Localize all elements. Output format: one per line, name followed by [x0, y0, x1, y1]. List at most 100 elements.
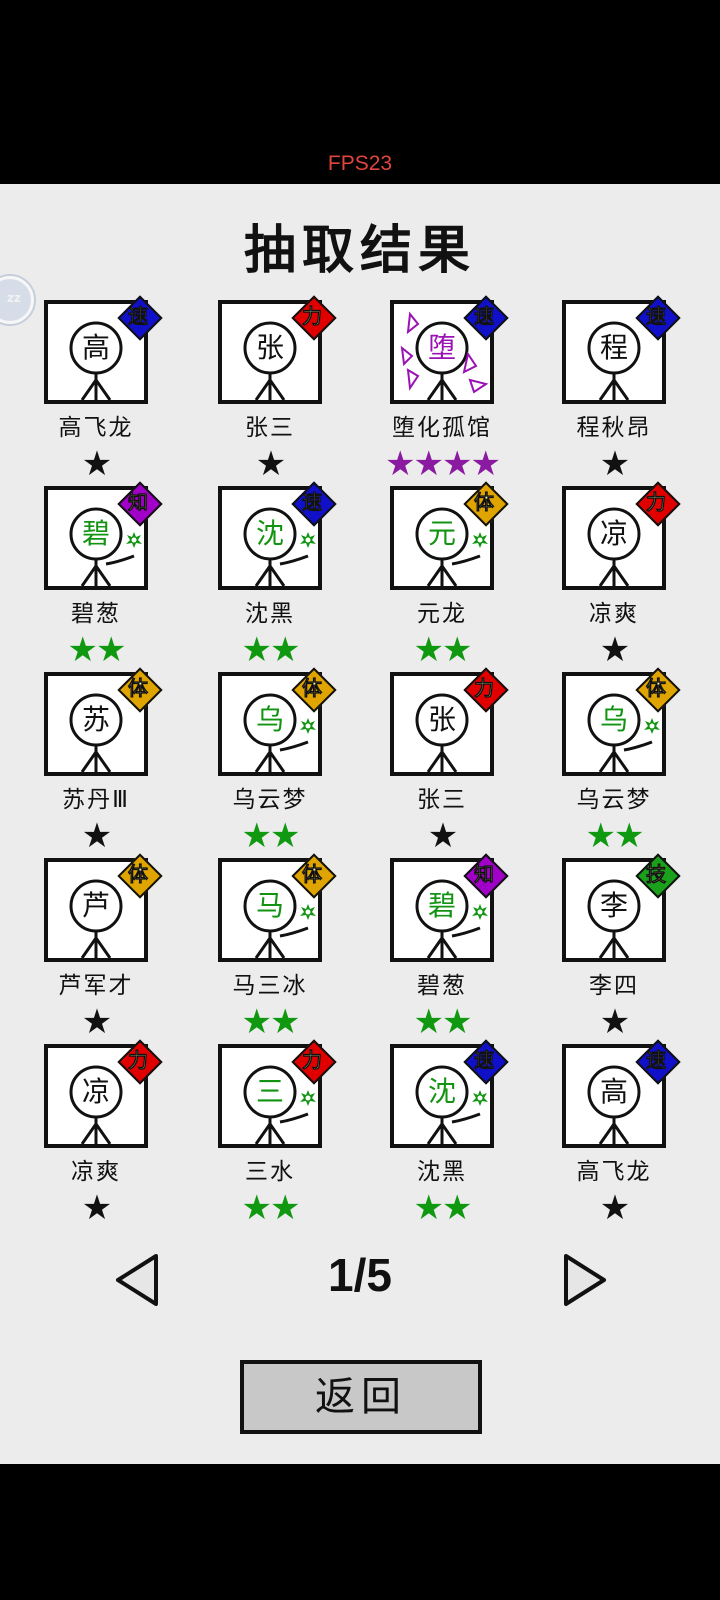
character-name: 苏丹Ⅲ: [62, 787, 130, 813]
result-card[interactable]: 乌体乌云梦 ★★: [218, 667, 368, 872]
attribute-badge-label: 体: [646, 676, 667, 701]
result-card[interactable]: 乌体乌云梦 ★★: [562, 667, 712, 872]
prev-page-icon[interactable]: [112, 1252, 162, 1308]
character-head-label: 堕: [427, 331, 456, 364]
character-name: 高飞龙: [576, 1159, 652, 1185]
attribute-badge: 体: [117, 853, 163, 899]
character-name: 元龙: [417, 601, 467, 627]
result-card[interactable]: 堕速堕化孤馆 ★★★★: [385, 295, 540, 500]
character-name: 碧葱: [417, 973, 467, 999]
result-card[interactable]: 三力三水 ★★: [218, 1039, 368, 1244]
result-card[interactable]: 高速高飞龙 ★: [44, 295, 194, 500]
result-card[interactable]: 芦体芦军才 ★: [44, 853, 194, 1058]
attribute-badge-label: 力: [646, 490, 667, 515]
attribute-badge-label: 速: [646, 304, 667, 329]
result-card[interactable]: 苏体苏丹Ⅲ ★: [44, 667, 194, 872]
character-head-label: 芦: [81, 889, 110, 922]
result-card[interactable]: 凉力凉爽 ★: [44, 1039, 194, 1244]
result-card[interactable]: 元体元龙 ★★: [390, 481, 540, 686]
character-name: 乌云梦: [232, 787, 308, 813]
result-card[interactable]: 张力张三 ★: [218, 295, 368, 500]
character-head-label: 苏: [81, 703, 110, 736]
star-rating: ★★: [585, 816, 645, 856]
character-head-label: 马: [255, 889, 284, 922]
attribute-badge-label: 力: [128, 1048, 149, 1073]
result-card[interactable]: 凉力凉爽 ★: [562, 481, 712, 686]
character-head-label: 碧: [427, 889, 456, 922]
character-head-label: 沈: [255, 517, 284, 550]
character-head-label: 乌: [255, 703, 284, 736]
result-card[interactable]: 李技李四 ★: [562, 853, 712, 1058]
result-card[interactable]: 程速程秋昂 ★: [562, 295, 712, 500]
result-card[interactable]: 马体马三冰 ★★: [218, 853, 368, 1058]
character-head-label: 三: [255, 1075, 284, 1108]
attribute-badge: 体: [463, 481, 509, 527]
page-indicator: 1/5: [328, 1249, 392, 1301]
attribute-badge: 体: [291, 667, 337, 713]
character-head-label: 沈: [427, 1075, 456, 1108]
result-card[interactable]: 沈速沈黑 ★★: [218, 481, 368, 686]
star-rating: ★: [599, 1188, 630, 1228]
star-rating: ★★: [241, 816, 301, 856]
character-name: 碧葱: [71, 601, 121, 627]
result-card[interactable]: 碧知碧葱 ★★: [390, 853, 540, 1058]
attribute-badge-label: 速: [646, 1048, 667, 1073]
bottom-black-bar: [0, 1464, 720, 1600]
next-page-icon[interactable]: [560, 1252, 610, 1308]
star-rating: ★: [81, 1002, 112, 1042]
character-name: 马三冰: [232, 973, 308, 999]
attribute-badge-label: 力: [302, 304, 323, 329]
result-card[interactable]: 碧知碧葱 ★★: [44, 481, 194, 686]
result-card[interactable]: 沈速沈黑 ★★: [390, 1039, 540, 1244]
attribute-badge-label: 知: [474, 862, 495, 887]
attribute-badge-label: 速: [302, 490, 323, 515]
star-rating: ★★★★: [385, 444, 501, 484]
character-name: 高飞龙: [58, 415, 134, 441]
attribute-badge: 速: [635, 295, 681, 341]
fps-counter: FPS23: [327, 152, 393, 175]
attribute-badge-label: 速: [474, 1048, 495, 1073]
attribute-badge-label: 力: [302, 1048, 323, 1073]
character-name: 沈黑: [245, 601, 295, 627]
attribute-badge: 力: [463, 667, 509, 713]
attribute-badge-label: 体: [302, 676, 323, 701]
character-head-label: 碧: [81, 517, 110, 550]
character-name: 张三: [417, 787, 467, 813]
attribute-badge-label: 技: [646, 862, 667, 887]
attribute-badge-label: 知: [128, 490, 149, 515]
attribute-badge: 速: [291, 481, 337, 527]
character-name: 沈黑: [417, 1159, 467, 1185]
attribute-badge: 速: [635, 1039, 681, 1085]
star-rating: ★: [599, 1002, 630, 1042]
attribute-badge: 力: [635, 481, 681, 527]
attribute-badge-label: 力: [474, 676, 495, 701]
attribute-badge: 技: [635, 853, 681, 899]
attribute-badge: 知: [117, 481, 163, 527]
result-card[interactable]: 张力张三 ★: [390, 667, 540, 872]
back-button[interactable]: 返回: [240, 1360, 482, 1434]
attribute-badge: 体: [117, 667, 163, 713]
character-name: 乌云梦: [576, 787, 652, 813]
result-card[interactable]: 高速高飞龙 ★: [562, 1039, 712, 1244]
character-head-label: 张: [427, 703, 456, 736]
character-head-label: 高: [599, 1075, 628, 1108]
character-name: 凉爽: [71, 1159, 121, 1185]
character-head-label: 高: [81, 331, 110, 364]
attribute-badge-label: 体: [302, 862, 323, 887]
character-head-label: 凉: [599, 517, 628, 550]
character-head-label: 元: [427, 517, 456, 550]
star-rating: ★: [427, 816, 458, 856]
attribute-badge: 力: [291, 1039, 337, 1085]
star-rating: ★: [599, 444, 630, 484]
star-rating: ★★: [413, 1002, 473, 1042]
star-rating: ★: [255, 444, 286, 484]
character-name: 三水: [245, 1159, 295, 1185]
floating-bubble-label: zz: [7, 291, 21, 305]
star-rating: ★★: [241, 630, 301, 670]
attribute-badge: 知: [463, 853, 509, 899]
character-name: 凉爽: [589, 601, 639, 627]
star-rating: ★★: [241, 1002, 301, 1042]
pager: 1/5: [0, 1240, 720, 1320]
character-name: 张三: [245, 415, 295, 441]
star-rating: ★★: [413, 1188, 473, 1228]
